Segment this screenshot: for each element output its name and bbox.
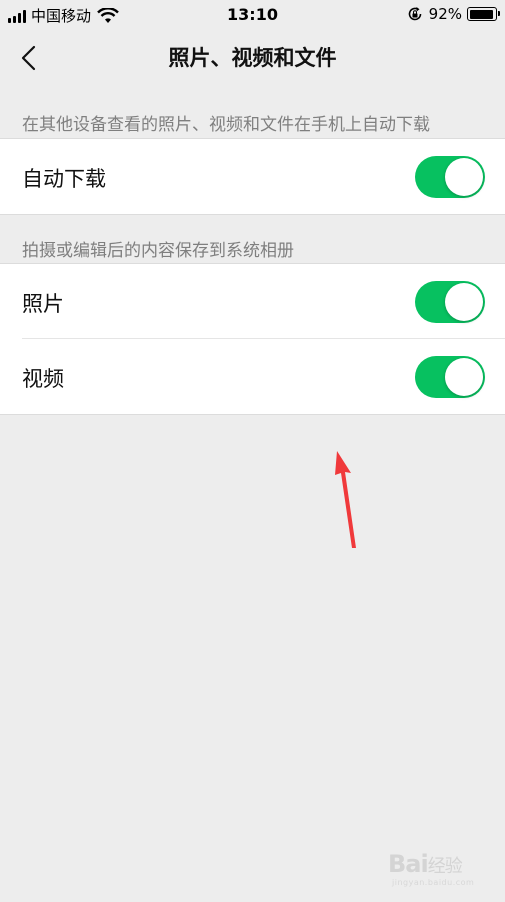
toggle-knob [445,158,483,196]
nav-bar: 照片、视频和文件 [0,30,505,84]
section-header-auto-download: 在其他设备查看的照片、视频和文件在手机上自动下载 [22,115,430,135]
auto-download-toggle[interactable] [415,156,485,198]
setting-row-auto-download: 自动下载 [0,139,505,214]
setting-label-videos: 视频 [22,367,64,391]
group-auto-download: 自动下载 [0,138,505,215]
toggle-knob [445,283,483,321]
watermark-url: jingyan.baidu.com [392,878,475,887]
group-save-to-album: 照片 视频 [0,263,505,415]
red-arrow-icon [335,451,356,548]
videos-toggle[interactable] [415,356,485,398]
photos-toggle[interactable] [415,281,485,323]
setting-row-videos: 视频 [0,339,505,414]
watermark-logo: Bai经验 [388,850,463,878]
watermark-brand-cn: 经验 [427,856,463,877]
setting-row-photos: 照片 [0,264,505,339]
baidu-jingyan-watermark: Bai经验 jingyan.baidu.com [388,850,488,890]
setting-label-photos: 照片 [22,292,64,316]
toggle-knob [445,358,483,396]
setting-label-auto-download: 自动下载 [22,167,106,191]
page-title: 照片、视频和文件 [168,46,337,70]
status-right: 92% [407,5,500,23]
status-bar: 中国移动 13:10 92% [0,0,505,30]
rotation-lock-icon [408,7,421,21]
section-header-save-to-album: 拍摄或编辑后的内容保存到系统相册 [22,241,294,261]
battery-icon [467,7,500,21]
battery-fill [469,9,493,19]
watermark-brand: Bai [388,850,429,878]
battery-percent: 92% [428,5,462,23]
